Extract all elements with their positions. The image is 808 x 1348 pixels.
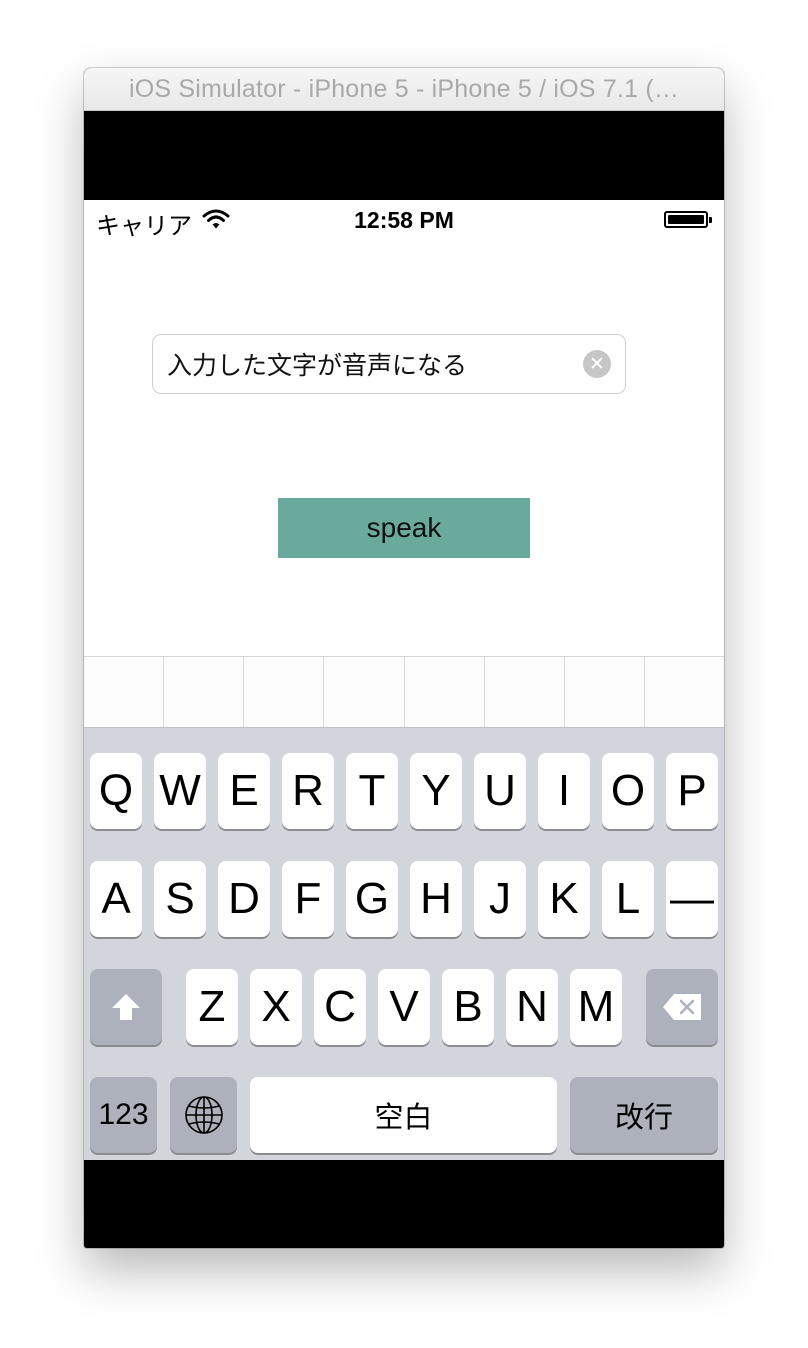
battery-fill (668, 215, 704, 224)
return-key[interactable]: 改行 (570, 1077, 718, 1153)
candidate-cell[interactable] (164, 657, 245, 727)
key-row2-6[interactable]: J (474, 861, 526, 937)
key-row3-6[interactable]: M (570, 969, 622, 1045)
candidate-bar (84, 656, 724, 727)
key-row2-9[interactable]: — (666, 861, 718, 937)
speech-text-field[interactable]: ✕ (152, 334, 626, 394)
shift-arrow-icon (112, 994, 140, 1020)
speak-button[interactable]: speak (278, 498, 530, 558)
delete-key[interactable] (646, 969, 718, 1045)
key-row2-4[interactable]: G (346, 861, 398, 937)
space-key[interactable]: 空白 (250, 1077, 557, 1153)
key-row2-0[interactable]: A (90, 861, 142, 937)
key-row2-3[interactable]: F (282, 861, 334, 937)
status-bar: キャリア 12:58 PM (84, 200, 724, 240)
simulator-window: iOS Simulator - iPhone 5 - iPhone 5 / iO… (84, 68, 724, 1248)
window-titlebar[interactable]: iOS Simulator - iPhone 5 - iPhone 5 / iO… (84, 68, 724, 111)
key-row2-7[interactable]: K (538, 861, 590, 937)
globe-key[interactable] (170, 1077, 237, 1153)
candidate-cell[interactable] (244, 657, 325, 727)
device-screen: キャリア 12:58 PM ✕ speak (84, 200, 724, 1160)
candidate-cell[interactable] (565, 657, 645, 727)
key-row1-8[interactable]: O (602, 753, 654, 829)
key-row1-7[interactable]: I (538, 753, 590, 829)
clear-text-button[interactable]: ✕ (583, 350, 611, 378)
battery-icon (664, 211, 712, 228)
key-row3-4[interactable]: B (442, 969, 494, 1045)
key-row1-9[interactable]: P (666, 753, 718, 829)
keyboard: 123 空白 改行 Q W E R T Y U I O P A S D F G H J K L — Z X C V B N M (84, 727, 724, 1160)
key-row3-0[interactable]: Z (186, 969, 238, 1045)
key-row1-6[interactable]: U (474, 753, 526, 829)
key-row2-2[interactable]: D (218, 861, 270, 937)
key-row1-4[interactable]: T (346, 753, 398, 829)
key-row3-3[interactable]: V (378, 969, 430, 1045)
candidate-cell[interactable] (324, 657, 405, 727)
numbers-key[interactable]: 123 (90, 1077, 157, 1153)
screen-bottom-bezel (84, 1160, 724, 1248)
key-row2-1[interactable]: S (154, 861, 206, 937)
backspace-icon (663, 994, 701, 1020)
speech-text-input[interactable] (167, 335, 567, 393)
key-row1-3[interactable]: R (282, 753, 334, 829)
key-row1-2[interactable]: E (218, 753, 270, 829)
key-row3-5[interactable]: N (506, 969, 558, 1045)
window-title: iOS Simulator - iPhone 5 - iPhone 5 / iO… (128, 74, 680, 103)
key-row1-0[interactable]: Q (90, 753, 142, 829)
candidate-cell[interactable] (645, 657, 724, 727)
candidate-cell[interactable] (485, 657, 565, 727)
globe-icon (184, 1096, 223, 1134)
key-row1-5[interactable]: Y (410, 753, 462, 829)
candidate-cell[interactable] (84, 657, 165, 727)
shift-key[interactable] (90, 969, 162, 1045)
key-row3-2[interactable]: C (314, 969, 366, 1045)
status-time: 12:58 PM (354, 207, 454, 233)
clear-icon: ✕ (589, 353, 605, 375)
candidate-cell[interactable] (405, 657, 485, 727)
key-row1-1[interactable]: W (154, 753, 206, 829)
key-row3-1[interactable]: X (250, 969, 302, 1045)
key-row2-8[interactable]: L (602, 861, 654, 937)
key-row2-5[interactable]: H (410, 861, 462, 937)
